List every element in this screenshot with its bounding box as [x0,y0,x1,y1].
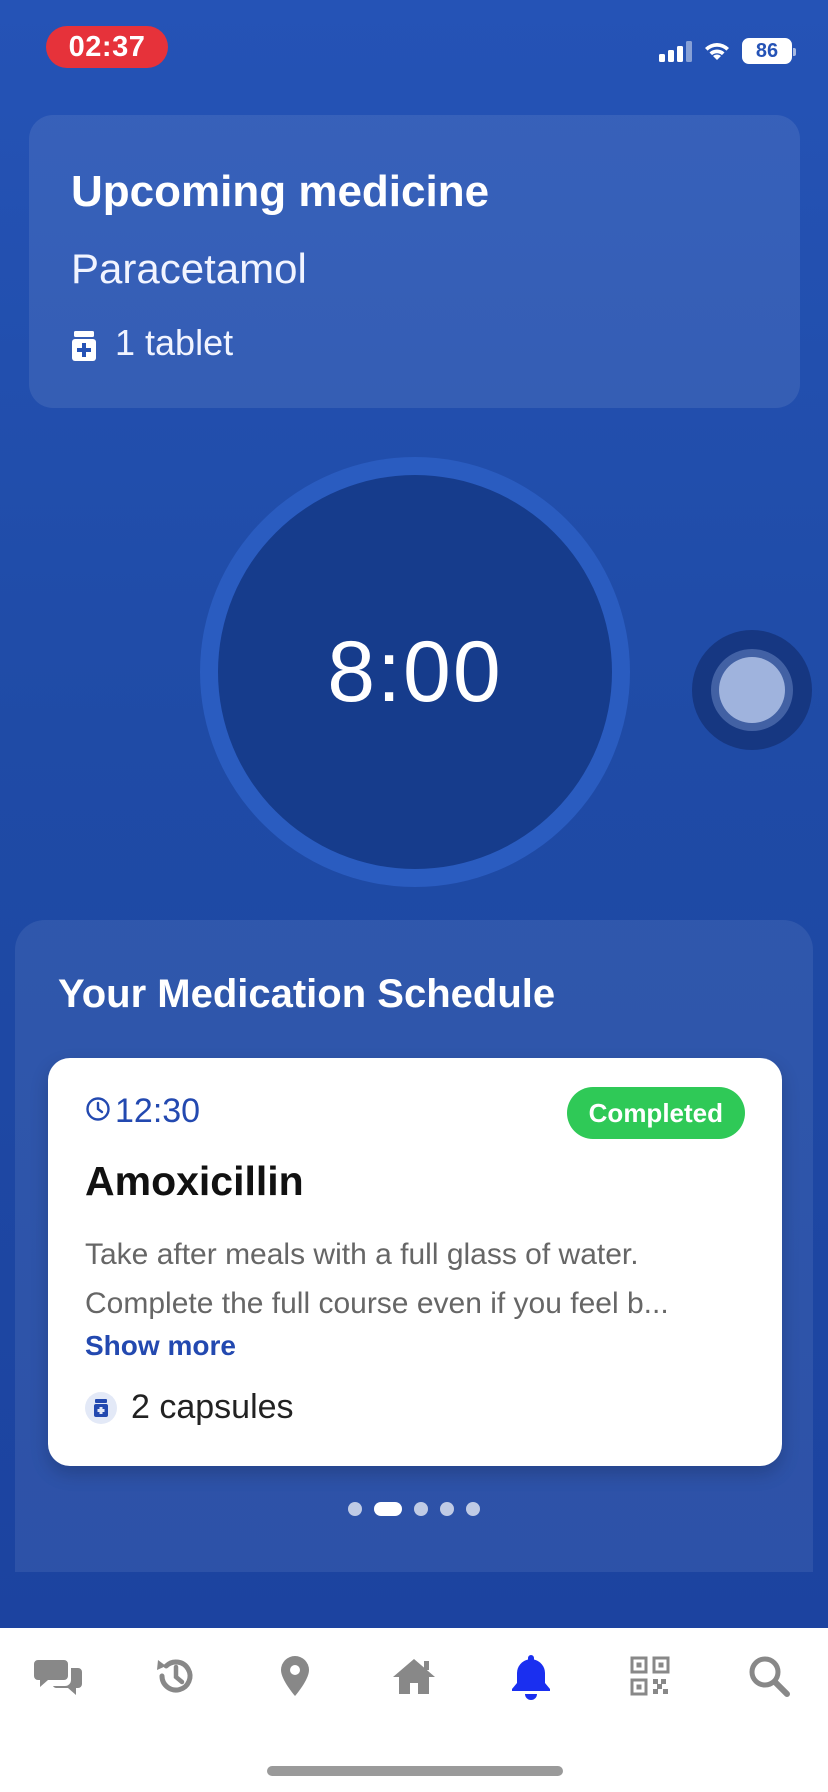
medication-description: Take after meals with a full glass of wa… [85,1238,669,1320]
timer-circle: 8:00 [200,457,630,887]
pagination-dot-active[interactable] [374,1502,402,1516]
status-indicators: 86 [659,38,796,64]
pagination-dot[interactable] [348,1502,362,1516]
location-icon [279,1654,311,1703]
app-screen: 02:37 86 Upcoming medicine Paracetamol 1… [0,0,828,1628]
status-badge: Completed [566,1087,745,1139]
timer-core: 8:00 [218,475,612,869]
nav-home[interactable] [382,1646,446,1710]
capsule-bottle-icon [85,1391,117,1424]
home-icon [391,1656,437,1701]
upcoming-medicine-name: Paracetamol [71,245,307,292]
carousel-pagination [15,1502,813,1516]
medication-dose: 2 capsules [85,1388,294,1427]
timer-value: 8:00 [327,623,503,720]
pagination-dot[interactable] [414,1502,428,1516]
bell-icon [508,1652,554,1705]
schedule-title: Your Medication Schedule [58,972,556,1016]
upcoming-medicine-card[interactable]: Upcoming medicine Paracetamol 1 tablet [29,115,800,408]
signal-icon [659,40,692,62]
card-time-text: 12:30 [115,1092,201,1130]
status-time: 02:37 [46,26,168,68]
nav-location[interactable] [263,1646,327,1710]
pill-bottle-icon [71,328,97,361]
card-time: 12:30 [85,1092,200,1131]
upcoming-dose-text: 1 tablet [115,322,234,363]
history-icon [154,1654,198,1703]
nav-search[interactable] [737,1646,801,1710]
nav-chat[interactable] [27,1646,91,1710]
bottom-navigation [0,1628,828,1792]
show-more-link[interactable]: Show more [85,1330,236,1362]
assistive-touch-button[interactable] [692,630,812,750]
medication-dose-text: 2 capsules [131,1388,294,1426]
wifi-icon [702,40,732,62]
upcoming-title: Upcoming medicine [71,167,490,216]
nav-qr[interactable] [618,1646,682,1710]
qr-code-icon [630,1656,670,1701]
clock-icon [85,1092,111,1131]
battery-icon: 86 [742,38,796,64]
home-indicator[interactable] [267,1766,563,1776]
upcoming-dose: 1 tablet [71,322,233,364]
search-icon [747,1654,791,1703]
medication-card[interactable]: 12:30 Completed Amoxicillin Take after m… [48,1058,782,1466]
nav-notifications[interactable] [499,1646,563,1710]
medication-name: Amoxicillin [85,1158,304,1204]
chat-icon [34,1656,84,1701]
pagination-dot[interactable] [466,1502,480,1516]
medication-schedule-section: Your Medication Schedule 12:30 Completed… [15,920,813,1572]
nav-history[interactable] [144,1646,208,1710]
pagination-dot[interactable] [440,1502,454,1516]
assistive-touch-inner [719,657,785,723]
